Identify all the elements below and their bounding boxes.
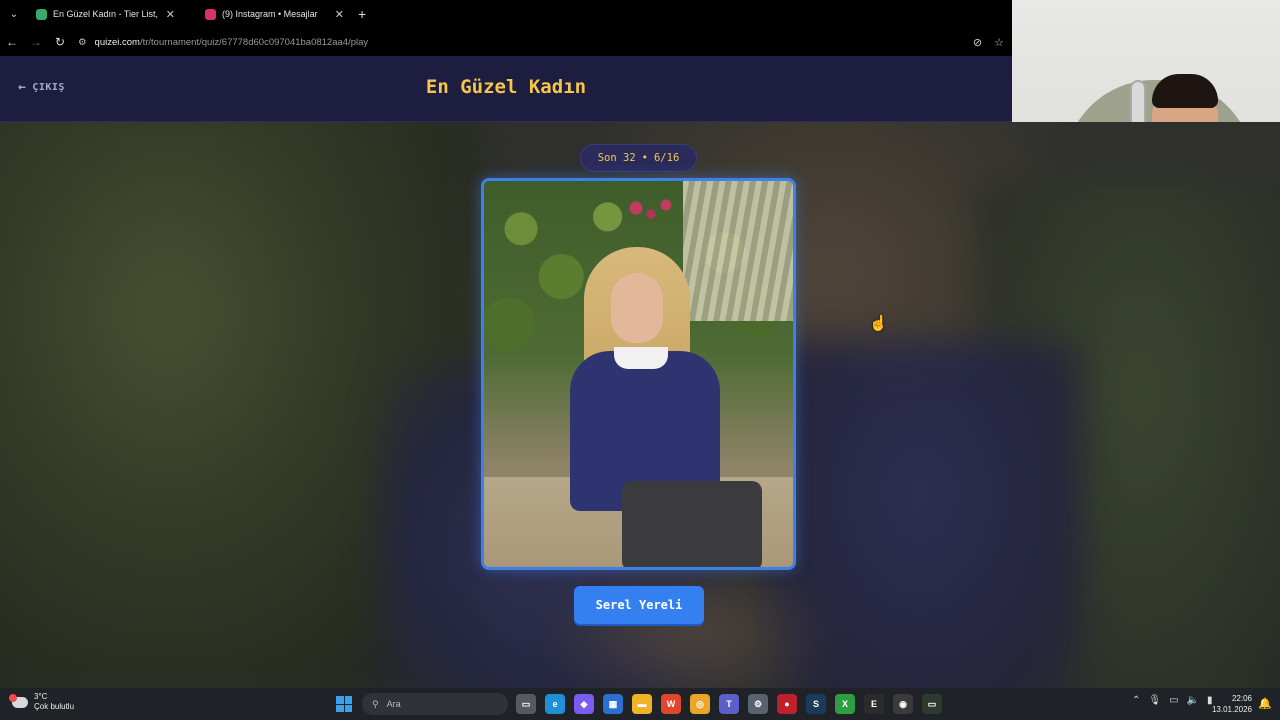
battery-app-icon[interactable]: ▭ [922, 694, 942, 714]
cloud-icon [9, 693, 28, 708]
teams-icon[interactable]: T [719, 694, 739, 714]
browser-tabbar: ⌄ En Güzel Kadın - Tier List, Kör S ✕ (9… [0, 0, 1012, 28]
system-tray: ⌃ 🎙 ▭ 🔈 ▮ [1132, 695, 1213, 706]
search-placeholder: Ara [386, 699, 401, 709]
epic-icon[interactable]: E [864, 694, 884, 714]
tab-title: (9) Instagram • Mesajlar [222, 9, 318, 19]
eye-off-icon[interactable]: ⊘ [973, 36, 982, 49]
network-icon[interactable]: ▭ [1169, 695, 1178, 706]
round-badge: Son 32 • 6/16 [580, 144, 697, 172]
instagram-icon [205, 8, 216, 20]
taskbar: 3°C Çok bulutlu ⚲ Ara ▭ e ◆ ▦ ▬ W ◎ T ⚙ ● S X E ◉ ▭ ⌃ … [0, 688, 1280, 720]
settings-icon[interactable]: ⚙ [748, 694, 768, 714]
new-tab-icon[interactable]: + [358, 6, 366, 22]
page-title: En Güzel Kadın [425, 76, 587, 98]
clock-date: 13.01.2026 [1211, 705, 1252, 714]
notification-bell-icon[interactable]: 🔔 [1258, 697, 1272, 710]
search-icon: ⚲ [372, 698, 379, 709]
hand-cursor-icon: ☝ [869, 315, 888, 332]
obs-icon[interactable]: ◉ [893, 694, 913, 714]
url-path: /tr/tournament/quiz/67778d60c097041ba081… [139, 36, 369, 48]
steam-icon[interactable]: S [806, 694, 826, 714]
round-label: Son 32 [597, 152, 636, 164]
bookmark-star-icon[interactable]: ☆ [994, 36, 1004, 49]
candidate-select-button[interactable]: Serel Yereli [574, 586, 704, 624]
webcam-person-hair [1152, 74, 1218, 108]
tab-active[interactable]: En Güzel Kadın - Tier List, Kör S ✕ [28, 0, 183, 28]
url-host: quizei.com [94, 36, 140, 48]
windows-start-icon[interactable] [336, 696, 352, 712]
task-view-icon[interactable]: ▭ [516, 694, 536, 714]
tab-close-icon[interactable]: ✕ [335, 8, 344, 21]
tab-favicon-icon [36, 8, 47, 20]
edge-icon[interactable]: e [545, 694, 565, 714]
address-field[interactable]: ⚙ quizei.com/tr/tournament/quiz/67778d60… [78, 37, 973, 48]
app-header: ← ÇIKIŞ En Güzel Kadın [0, 56, 1012, 122]
browser-toolbar: ← → ↻ ⚙ quizei.com/tr/tournament/quiz/67… [0, 28, 1012, 56]
forward-icon[interactable]: → [24, 28, 48, 56]
candidate-card[interactable] [481, 178, 796, 570]
xbox-icon[interactable]: X [835, 694, 855, 714]
site-info-icon[interactable]: ⚙ [78, 37, 87, 48]
tab-title: En Güzel Kadın - Tier List, Kör S [53, 9, 160, 19]
weather-widget[interactable]: 3°C Çok bulutlu [9, 692, 75, 712]
taskbar-apps: ▭ e ◆ ▦ ▬ W ◎ T ⚙ ● S X E ◉ ▭ [516, 694, 942, 714]
office-icon[interactable]: W [661, 694, 681, 714]
reload-icon[interactable]: ↻ [48, 28, 72, 56]
copilot-icon[interactable]: ◆ [574, 694, 594, 714]
chrome-icon[interactable]: ◎ [690, 694, 710, 714]
clock[interactable]: 22:06 13.01.2026 [1208, 693, 1252, 715]
volume-icon[interactable]: 🔈 [1187, 695, 1199, 706]
tab-instagram[interactable]: (9) Instagram • Mesajlar ✕ [197, 0, 352, 28]
weather-desc: Çok bulutlu [34, 702, 75, 711]
explorer-icon[interactable]: ▬ [632, 694, 652, 714]
store-icon[interactable]: ▦ [603, 694, 623, 714]
tab-close-icon[interactable]: ✕ [166, 8, 175, 21]
round-progress: 6/16 [653, 152, 680, 164]
back-icon[interactable]: ← [0, 28, 24, 56]
microphone-icon[interactable]: 🎙 [1148, 695, 1161, 706]
round-separator: • [641, 152, 648, 164]
taskbar-search[interactable]: ⚲ Ara [362, 693, 508, 715]
clock-time: 22:06 [1231, 694, 1252, 703]
tab-search-icon[interactable]: ⌄ [0, 0, 28, 28]
weather-temp: 3°C [34, 692, 48, 701]
app-red-icon[interactable]: ● [777, 694, 797, 714]
chevron-up-icon[interactable]: ⌃ [1132, 695, 1140, 706]
